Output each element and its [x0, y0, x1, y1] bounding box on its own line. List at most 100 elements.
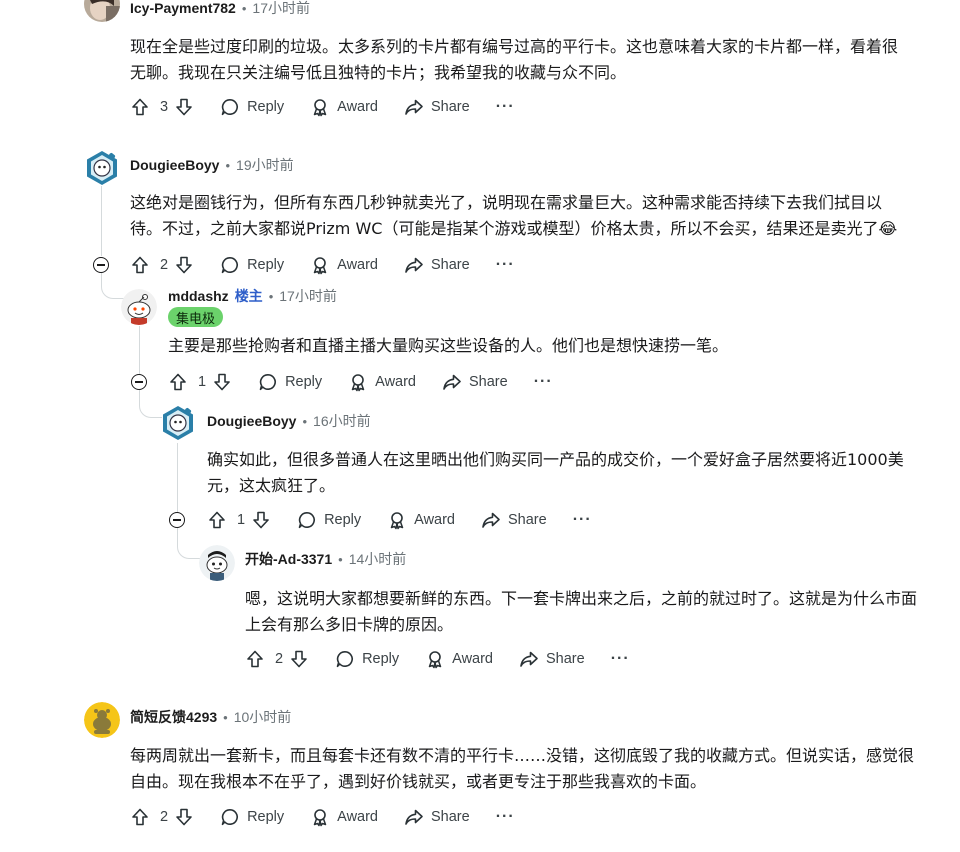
- downvote-button[interactable]: [174, 97, 194, 117]
- thread-line: [101, 186, 102, 256]
- share-icon: [404, 255, 424, 275]
- share-button[interactable]: Share: [519, 649, 585, 669]
- share-label: Share: [546, 651, 585, 667]
- thread-connector: [101, 272, 124, 299]
- upvote-icon: [130, 255, 150, 275]
- collapse-thread-button[interactable]: [131, 374, 147, 390]
- share-label: Share: [431, 99, 470, 115]
- username[interactable]: mddashz: [168, 288, 229, 304]
- award-button[interactable]: Award: [310, 807, 378, 827]
- share-button[interactable]: Share: [404, 807, 470, 827]
- downvote-icon: [212, 372, 232, 392]
- username[interactable]: 简短反馈4293: [130, 707, 217, 727]
- upvote-icon: [207, 510, 227, 530]
- avatar[interactable]: [84, 150, 120, 186]
- more-options-button[interactable]: ···: [496, 256, 515, 274]
- separator-dot: •: [302, 413, 308, 429]
- username[interactable]: DougieeBoyy: [207, 413, 296, 429]
- downvote-button[interactable]: [212, 372, 232, 392]
- share-icon: [442, 372, 462, 392]
- comment-body: 嗯，这说明大家都想要新鲜的东西。下一套卡牌出来之后，之前的就过时了。这就是为什么…: [245, 586, 917, 638]
- avatar[interactable]: [199, 545, 235, 581]
- upvote-icon: [130, 807, 150, 827]
- award-button[interactable]: Award: [310, 97, 378, 117]
- reply-button[interactable]: Reply: [220, 255, 284, 275]
- downvote-icon: [289, 649, 309, 669]
- avatar[interactable]: [84, 0, 120, 22]
- reply-button[interactable]: Reply: [297, 510, 361, 530]
- avatar[interactable]: [121, 289, 157, 325]
- collapse-thread-button[interactable]: [93, 257, 109, 273]
- upvote-button[interactable]: [168, 372, 188, 392]
- downvote-button[interactable]: [174, 255, 194, 275]
- reply-icon: [335, 649, 355, 669]
- separator-dot: •: [268, 288, 274, 304]
- upvote-icon: [168, 372, 188, 392]
- downvote-button[interactable]: [174, 807, 194, 827]
- upvote-button[interactable]: [245, 649, 265, 669]
- upvote-button[interactable]: [130, 807, 150, 827]
- upvote-button[interactable]: [130, 255, 150, 275]
- timestamp[interactable]: 14小时前: [349, 549, 407, 569]
- award-label: Award: [452, 651, 493, 667]
- award-button[interactable]: Award: [310, 255, 378, 275]
- comment-header: 简短反馈4293 • 10小时前: [130, 707, 291, 727]
- more-options-button[interactable]: ···: [496, 808, 515, 826]
- award-icon: [348, 372, 368, 392]
- collapse-thread-button[interactable]: [169, 512, 185, 528]
- share-button[interactable]: Share: [481, 510, 547, 530]
- upvote-button[interactable]: [207, 510, 227, 530]
- more-options-button[interactable]: ···: [611, 650, 630, 668]
- award-label: Award: [337, 809, 378, 825]
- timestamp[interactable]: 10小时前: [234, 707, 292, 727]
- comment-header: Icy-Payment782 • 17小时前: [130, 0, 310, 18]
- reply-button[interactable]: Reply: [335, 649, 399, 669]
- award-label: Award: [337, 257, 378, 273]
- upvote-button[interactable]: [130, 97, 150, 117]
- comment-header: mddashz 楼主 • 17小时前: [168, 286, 337, 306]
- username[interactable]: 开始-Ad-3371: [245, 549, 332, 569]
- vote-count: 2: [160, 809, 169, 825]
- avatar[interactable]: [84, 702, 120, 738]
- comment-line: 这绝对是圈钱行为，但所有东西几秒钟就卖光了，说明现在需求量巨大。这种需求能否持续…: [130, 193, 883, 212]
- share-label: Share: [431, 809, 470, 825]
- username[interactable]: DougieeBoyy: [130, 157, 219, 173]
- award-icon: [310, 807, 330, 827]
- downvote-icon: [174, 255, 194, 275]
- user-flair: 集电极: [168, 307, 224, 327]
- thread-line: [139, 326, 140, 374]
- share-label: Share: [469, 374, 508, 390]
- award-label: Award: [337, 99, 378, 115]
- timestamp[interactable]: 17小时前: [279, 286, 337, 306]
- reply-label: Reply: [362, 651, 400, 667]
- share-button[interactable]: Share: [442, 372, 508, 392]
- award-button[interactable]: Award: [387, 510, 455, 530]
- reply-button[interactable]: Reply: [220, 807, 284, 827]
- downvote-button[interactable]: [251, 510, 271, 530]
- username[interactable]: Icy-Payment782: [130, 0, 236, 16]
- award-button[interactable]: Award: [425, 649, 493, 669]
- comment-line: 嗯，这说明大家都想要新鲜的东西。下一套卡牌出来之后，之前的就过时了。这就是为什么…: [245, 589, 918, 608]
- op-badge: 楼主: [234, 288, 263, 304]
- timestamp[interactable]: 19小时前: [236, 155, 294, 175]
- more-options-button[interactable]: ···: [496, 98, 515, 116]
- more-options-button[interactable]: ···: [573, 511, 592, 529]
- award-icon: [310, 97, 330, 117]
- separator-dot: •: [225, 157, 231, 173]
- avatar[interactable]: [160, 405, 196, 441]
- award-label: Award: [414, 512, 455, 528]
- award-button[interactable]: Award: [348, 372, 416, 392]
- downvote-button[interactable]: [289, 649, 309, 669]
- share-icon: [481, 510, 501, 530]
- reply-icon: [297, 510, 317, 530]
- reply-button[interactable]: Reply: [258, 372, 322, 392]
- timestamp[interactable]: 16小时前: [313, 411, 371, 431]
- comment-line: 上会有那么多旧卡牌的原因。: [245, 615, 454, 634]
- share-button[interactable]: Share: [404, 255, 470, 275]
- more-options-button[interactable]: ···: [534, 373, 553, 391]
- reply-button[interactable]: Reply: [220, 97, 284, 117]
- comment-actions: 3 Reply Award Share ···: [130, 93, 515, 121]
- share-button[interactable]: Share: [404, 97, 470, 117]
- timestamp[interactable]: 17小时前: [252, 0, 310, 18]
- comment-body: 主要是那些抢购者和直播主播大量购买这些设备的人。他们也是想快速捞一笔。: [168, 333, 728, 359]
